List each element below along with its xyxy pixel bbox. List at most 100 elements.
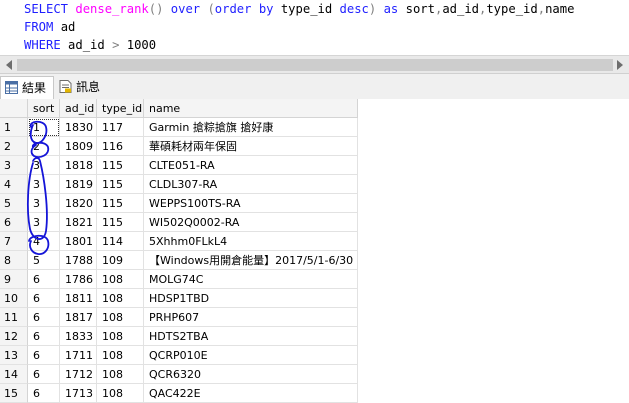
- table-cell[interactable]: 1817: [60, 308, 97, 327]
- column-header-sort[interactable]: sort: [28, 99, 60, 118]
- table-cell[interactable]: 6: [28, 270, 60, 289]
- column-header-ad-id[interactable]: ad_id: [60, 99, 97, 118]
- row-number[interactable]: 5: [0, 194, 28, 213]
- table-cell[interactable]: 1821: [60, 213, 97, 232]
- table-cell[interactable]: QCR6320: [144, 365, 358, 384]
- row-number[interactable]: 9: [0, 270, 28, 289]
- code-line-2: FROM ad: [24, 18, 75, 36]
- table-cell[interactable]: 108: [97, 384, 144, 403]
- table-cell[interactable]: 6: [28, 365, 60, 384]
- table-cell[interactable]: 【Windows用開倉能量】2017/5/1-6/30: [144, 251, 358, 270]
- table-cell[interactable]: 1818: [60, 156, 97, 175]
- table-cell[interactable]: 1833: [60, 327, 97, 346]
- row-number[interactable]: 3: [0, 156, 28, 175]
- table-cell[interactable]: 3: [28, 194, 60, 213]
- tab-messages[interactable]: 訊息: [55, 76, 109, 98]
- scroll-left-arrow-icon[interactable]: [6, 60, 12, 70]
- column-header-type-id[interactable]: type_id: [97, 99, 144, 118]
- code-token: as: [383, 2, 406, 16]
- code-token: (): [148, 2, 171, 16]
- table-cell[interactable]: 6: [28, 289, 60, 308]
- table-cell[interactable]: 1: [28, 118, 60, 137]
- table-cell[interactable]: 108: [97, 327, 144, 346]
- code-token: FROM: [24, 20, 61, 34]
- table-cell[interactable]: 1809: [60, 137, 97, 156]
- row-number[interactable]: 6: [0, 213, 28, 232]
- table-cell[interactable]: 108: [97, 346, 144, 365]
- table-cell[interactable]: HDSP1TBD: [144, 289, 358, 308]
- column-header-name[interactable]: name: [144, 99, 358, 118]
- row-number[interactable]: 14: [0, 365, 28, 384]
- row-number[interactable]: 15: [0, 384, 28, 403]
- table-cell[interactable]: 6: [28, 308, 60, 327]
- row-number[interactable]: 7: [0, 232, 28, 251]
- table-cell[interactable]: 2: [28, 137, 60, 156]
- table-cell[interactable]: 華碩耗材兩年保固: [144, 137, 358, 156]
- table-cell[interactable]: 6: [28, 384, 60, 403]
- table-cell[interactable]: 1830: [60, 118, 97, 137]
- tab-results[interactable]: 結果: [0, 76, 54, 99]
- table-cell[interactable]: 1819: [60, 175, 97, 194]
- row-number[interactable]: 8: [0, 251, 28, 270]
- table-cell[interactable]: 115: [97, 213, 144, 232]
- table-cell[interactable]: 1788: [60, 251, 97, 270]
- table-cell[interactable]: 5: [28, 251, 60, 270]
- table-cell[interactable]: WEPPS100TS-RA: [144, 194, 358, 213]
- table-cell[interactable]: 1801: [60, 232, 97, 251]
- code-token: type_id: [486, 2, 538, 16]
- table-cell[interactable]: 4: [28, 232, 60, 251]
- table-cell[interactable]: Garmin 搶粽搶旗 搶好康: [144, 118, 358, 137]
- table-cell[interactable]: QCRP010E: [144, 346, 358, 365]
- table-cell[interactable]: QAC422E: [144, 384, 358, 403]
- table-cell[interactable]: HDTS2TBA: [144, 327, 358, 346]
- table-cell[interactable]: CLTE051-RA: [144, 156, 358, 175]
- table-cell[interactable]: 6: [28, 327, 60, 346]
- scrollbar-thumb[interactable]: [17, 59, 613, 71]
- table-cell[interactable]: 115: [97, 194, 144, 213]
- code-token: dense_rank: [75, 2, 149, 16]
- table-cell[interactable]: 1820: [60, 194, 97, 213]
- table-cell[interactable]: 114: [97, 232, 144, 251]
- table-cell[interactable]: 1711: [60, 346, 97, 365]
- row-number[interactable]: 2: [0, 137, 28, 156]
- row-number[interactable]: 4: [0, 175, 28, 194]
- table-cell[interactable]: 117: [97, 118, 144, 137]
- table-cell[interactable]: 5Xhhm0FLkL4: [144, 232, 358, 251]
- row-number[interactable]: 1: [0, 118, 28, 137]
- tab-results-label: 結果: [22, 81, 47, 95]
- table-cell[interactable]: WI502Q0002-RA: [144, 213, 358, 232]
- code-token: WHERE: [24, 38, 69, 52]
- row-number[interactable]: 12: [0, 327, 28, 346]
- grid-corner[interactable]: [0, 99, 28, 118]
- table-cell[interactable]: 3: [28, 156, 60, 175]
- table-cell[interactable]: 1786: [60, 270, 97, 289]
- row-number[interactable]: 10: [0, 289, 28, 308]
- table-cell[interactable]: 108: [97, 270, 144, 289]
- table-cell[interactable]: 116: [97, 137, 144, 156]
- table-cell[interactable]: PRHP607: [144, 308, 358, 327]
- code-token: ad_id: [68, 38, 113, 52]
- table-cell[interactable]: CLDL307-RA: [144, 175, 358, 194]
- table-cell[interactable]: 1713: [60, 384, 97, 403]
- table-cell[interactable]: 108: [97, 365, 144, 384]
- table-cell[interactable]: 108: [97, 289, 144, 308]
- table-cell[interactable]: 115: [97, 175, 144, 194]
- table-cell[interactable]: 1811: [60, 289, 97, 308]
- table-cell[interactable]: 108: [97, 308, 144, 327]
- editor-horizontal-scrollbar[interactable]: [0, 55, 629, 74]
- table-cell[interactable]: 1712: [60, 365, 97, 384]
- table-cell[interactable]: 115: [97, 156, 144, 175]
- row-number[interactable]: 13: [0, 346, 28, 365]
- table-cell[interactable]: 6: [28, 346, 60, 365]
- table-cell[interactable]: MOLG74C: [144, 270, 358, 289]
- table-cell[interactable]: 3: [28, 213, 60, 232]
- table-cell[interactable]: 109: [97, 251, 144, 270]
- table-cell[interactable]: 3: [28, 175, 60, 194]
- code-token: ): [368, 2, 384, 16]
- code-token: name: [545, 2, 575, 16]
- scroll-right-arrow-icon[interactable]: [617, 60, 623, 70]
- grid-icon: [5, 81, 18, 94]
- code-token: ad_id: [442, 2, 479, 16]
- sql-editor[interactable]: SELECT dense_rank() over (order by type_…: [0, 0, 629, 56]
- row-number[interactable]: 11: [0, 308, 28, 327]
